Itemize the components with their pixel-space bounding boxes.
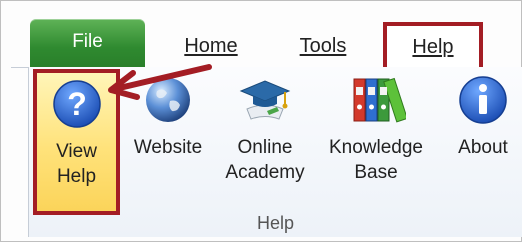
- view-help-label-line2: Help: [56, 166, 97, 187]
- view-help-label-line1: View: [56, 141, 97, 162]
- binders-icon: [315, 75, 437, 125]
- graduation-cap-icon: [217, 75, 313, 125]
- online-academy-label-line2: Academy: [225, 162, 305, 183]
- tab-tools[interactable]: Tools: [289, 25, 357, 67]
- help-ribbon-window: File Home Tools Help ? View Help Website…: [0, 0, 522, 242]
- svg-text:?: ?: [67, 86, 87, 122]
- knowledge-base-button[interactable]: Knowledge Base: [315, 75, 437, 185]
- info-icon: [443, 75, 522, 125]
- tab-home[interactable]: Home: [171, 25, 251, 67]
- tab-help[interactable]: Help: [383, 22, 483, 68]
- website-label: Website: [133, 137, 203, 158]
- online-academy-label-line1: Online: [237, 137, 293, 158]
- tab-file[interactable]: File: [30, 19, 145, 67]
- online-academy-button[interactable]: Online Academy: [217, 75, 313, 185]
- knowledge-base-label-line2: Base: [354, 162, 398, 183]
- about-label: About: [458, 137, 508, 158]
- pointer-arrow-icon: [93, 63, 213, 108]
- about-button[interactable]: About: [443, 75, 522, 160]
- ribbon-tab-bar: File Home Tools Help: [11, 9, 521, 68]
- knowledge-base-label-line1: Knowledge: [328, 137, 424, 158]
- ribbon-group-label: Help: [256, 213, 295, 233]
